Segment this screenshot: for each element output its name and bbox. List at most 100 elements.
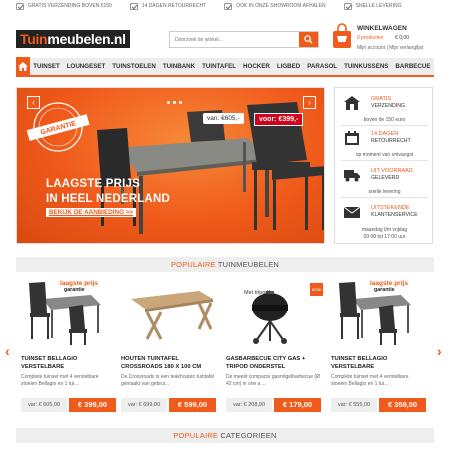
pager-dot[interactable] <box>179 101 182 104</box>
product-card[interactable]: laagste prijs garantie TUINSET BELLAGIO V… <box>331 277 426 415</box>
cart-amount: € 0,00 <box>395 35 409 41</box>
usp-subtitle: KLANTENSERVICE <box>371 212 418 218</box>
usp-note: snelle levering <box>368 189 401 195</box>
usp-subtitle: RETOURRECHT <box>371 138 411 144</box>
main-nav: TUINSET LOUNGESET TUINSTOELEN TUINBANK T… <box>16 57 434 77</box>
product-card[interactable]: HOUTEN TUINTAFEL CROSSROADS 180 X 100 CM… <box>121 277 216 415</box>
usp-subtitle: VERZENDING <box>371 103 406 109</box>
usp-title: UITSTEKENDE <box>371 205 410 211</box>
account-links[interactable]: Mijn account | Mijn verlanglijst <box>357 45 423 51</box>
search-bar <box>169 31 319 48</box>
search-input[interactable] <box>170 32 299 47</box>
product-card[interactable]: Met tripod! actie GASBARBECUE CITY GAS +… <box>226 277 323 415</box>
nav-item-barbecue[interactable]: BARBECUE <box>392 63 434 70</box>
usp-note: boven de 150 euro <box>363 117 406 123</box>
nav-item-tuinbank[interactable]: TUINBANK <box>159 63 198 70</box>
product-image[interactable] <box>226 277 321 347</box>
pager-dot[interactable] <box>173 101 176 104</box>
search-icon <box>304 35 313 44</box>
product-old-price: var: € 605,00 <box>21 398 67 412</box>
section-title: CATEGORIEEN <box>218 431 277 440</box>
section-title-accent: POPULAIRE <box>173 431 219 440</box>
hero-headline-2: IN HEEL NEDERLAND <box>46 193 170 205</box>
badge-text: laagste prijs <box>370 280 408 287</box>
product-price-button[interactable]: € 599,00 <box>169 398 216 412</box>
house-icon <box>344 96 360 110</box>
sale-badge: actie <box>310 283 323 296</box>
product-price-button[interactable]: € 399,00 <box>69 398 116 412</box>
product-card[interactable]: laagste prijs garantie TUINSET BELLAGIO V… <box>21 277 116 415</box>
usp-title: GRATIS <box>371 96 392 102</box>
usp-title: UIT VOORRAAD <box>371 168 413 174</box>
hero-pagination[interactable] <box>167 101 182 104</box>
product-price-button[interactable]: € 359,00 <box>379 398 426 412</box>
hero-price-old: van: €605,- <box>203 113 244 124</box>
product-name[interactable]: GASBARBECUE CITY GAS + TRIPOD ONDERSTEL <box>226 355 321 371</box>
cart-summary[interactable]: WINKELWAGEN 0 producten € 0,00 Mijn accou… <box>357 25 423 51</box>
site-logo[interactable]: Tuin meubelen.nl <box>16 30 130 48</box>
product-description: De meest compacte gasrolgelbarbecue (Ø 4… <box>226 374 320 387</box>
calendar-icon <box>345 131 359 145</box>
badge-text: garantie <box>64 287 85 293</box>
product-name[interactable]: HOUTEN TUINTAFEL CROSSROADS 180 X 100 CM <box>121 355 216 371</box>
check-icon <box>224 2 233 10</box>
product-old-price: var: € 555,00 <box>331 398 377 412</box>
product-old-price: var: € 208,90 <box>226 398 272 412</box>
nav-item-ligbed[interactable]: LIGBED <box>273 63 303 70</box>
topbar-text: GRATIS VERZENDING BOVEN €150 <box>28 3 112 9</box>
usp-subtitle: GELEVERD <box>371 175 400 181</box>
divider <box>341 160 428 161</box>
mail-icon <box>344 206 360 218</box>
nav-item-hocker[interactable]: HOCKER <box>240 63 274 70</box>
truck-icon <box>344 170 360 182</box>
hero-prev-button[interactable]: ‹ <box>27 96 40 109</box>
section-title: TUINMEUBELEN <box>215 260 280 269</box>
search-button[interactable] <box>299 32 318 47</box>
topbar-text: OOK IN ONZE SHOWROOM AFHALEN <box>236 3 326 9</box>
hero-price-new: voor: €399,- <box>254 113 304 126</box>
carousel-next-arrow[interactable]: › <box>437 344 447 358</box>
hero-headline-1: LAAGSTE PRIJS <box>46 178 140 190</box>
product-price-button[interactable]: € 179,00 <box>274 398 321 412</box>
topbar-text: SNELLE LEVERING <box>355 3 402 9</box>
check-icon <box>343 2 352 10</box>
usp-note: maandag t/m vrijdag <box>361 227 408 233</box>
home-icon <box>17 62 28 71</box>
carousel-prev-arrow[interactable]: ‹ <box>5 344 15 358</box>
badge-text: laagste prijs <box>60 280 98 287</box>
usp-note: op moment van ontvangst <box>355 152 414 158</box>
section-popular-products: POPULAIRE TUINMEUBELEN <box>16 257 434 272</box>
product-name[interactable]: TUINSET BELLAGIO VERSTELBARE <box>331 355 426 371</box>
topbar-item: OOK IN ONZE SHOWROOM AFHALEN <box>224 2 326 10</box>
cart-title: WINKELWAGEN <box>357 25 407 32</box>
topbar-item: SNELLE LEVERING <box>343 2 402 10</box>
hero-banner[interactable]: GARANTIE ‹ › van: €605,- voor: €399,- LA… <box>16 87 325 244</box>
cart-count: 0 producten <box>357 35 384 41</box>
nav-item-loungeset[interactable]: LOUNGESET <box>63 63 109 70</box>
section-title-accent: POPULAIRE <box>170 260 216 269</box>
divider <box>341 197 428 198</box>
product-name[interactable]: TUINSET BELLAGIO VERSTELBARE <box>21 355 116 371</box>
product-description: Complete tuinset met 4 verstelbare stoel… <box>331 374 409 387</box>
nav-item-parasol[interactable]: PARASOL <box>304 63 341 70</box>
topbar-item: GRATIS VERZENDING BOVEN €150 <box>16 2 112 10</box>
usp-note: 09:00 tot 17:00 uur <box>363 234 406 240</box>
pager-dot[interactable] <box>167 101 170 104</box>
product-description: De Crossroads is een teakhouten tuintafe… <box>121 374 215 387</box>
usp-title: 14 DAGEN <box>371 131 399 137</box>
hero-cta-link[interactable]: BEKIJK DE AANBIEDING >> <box>46 208 137 217</box>
check-icon <box>129 2 138 10</box>
check-icon <box>16 2 24 10</box>
product-image[interactable] <box>121 277 216 347</box>
divider <box>341 125 428 126</box>
nav-item-tuinset[interactable]: TUINSET <box>30 63 63 70</box>
nav-home[interactable] <box>16 57 30 76</box>
nav-item-tuintafel[interactable]: TUINTAFEL <box>199 63 240 70</box>
lowest-price-badge: laagste prijs garantie <box>60 280 98 293</box>
logo-text-accent: Tuin <box>20 31 48 47</box>
badge-text: garantie <box>374 287 395 293</box>
nav-item-tuinkussens[interactable]: TUINKUSSENS <box>341 63 392 70</box>
shopping-bag-icon[interactable] <box>332 23 352 49</box>
nav-item-tuinstoelen[interactable]: TUINSTOELEN <box>109 63 160 70</box>
hero-next-button[interactable]: › <box>303 96 316 109</box>
